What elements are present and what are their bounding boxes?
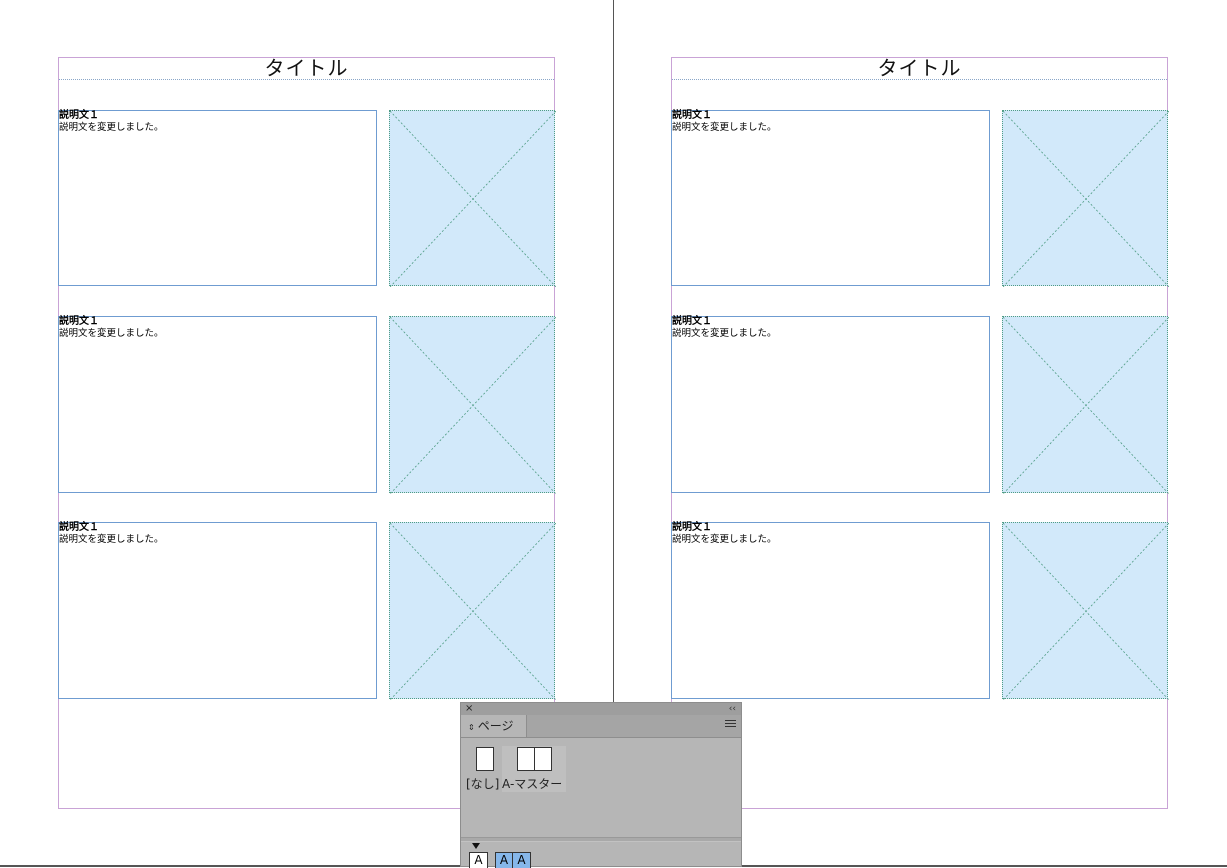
- page-master-label: A: [517, 853, 526, 867]
- image-placeholder-frame[interactable]: [389, 316, 556, 494]
- text-frame[interactable]: 説明文１ 説明文を変更しました。: [671, 110, 990, 286]
- panel-menu-icon[interactable]: [725, 720, 736, 730]
- tab-pages[interactable]: ⇕ ページ: [461, 715, 527, 737]
- block-body: 説明文を変更しました。: [59, 328, 164, 339]
- master-label: A-マスター: [502, 777, 563, 791]
- block-body: 説明文を変更しました。: [59, 122, 164, 133]
- frame-cross-icon: [1003, 111, 1169, 287]
- panel-tab-bar: ⇕ ページ: [461, 715, 741, 738]
- block-heading: 説明文１: [672, 110, 712, 121]
- frame-cross-icon: [390, 523, 556, 700]
- frame-cross-icon: [1003, 523, 1169, 700]
- block-body: 説明文を変更しました。: [59, 534, 164, 545]
- frame-cross-icon: [390, 317, 556, 494]
- collapse-icon[interactable]: ‹‹: [729, 703, 736, 715]
- up-down-icon: ⇕: [468, 723, 475, 732]
- image-placeholder-frame[interactable]: [1002, 522, 1169, 700]
- page-title[interactable]: タイトル: [672, 57, 1167, 80]
- block-body: 説明文を変更しました。: [672, 122, 777, 133]
- image-placeholder-frame[interactable]: [1002, 316, 1169, 494]
- close-icon[interactable]: ×: [465, 703, 473, 715]
- frame-cross-icon: [1003, 317, 1169, 494]
- page-master-label: A: [499, 853, 509, 867]
- master-none[interactable]: [なし]: [466, 746, 500, 792]
- tab-label: ページ: [477, 719, 514, 733]
- page-thumbnail-icon: [476, 747, 494, 771]
- block-body: 説明文を変更しました。: [672, 328, 777, 339]
- text-frame[interactable]: 説明文１ 説明文を変更しました。: [671, 316, 990, 493]
- frame-cross-icon: [390, 111, 556, 287]
- text-frame[interactable]: 説明文１ 説明文を変更しました。: [58, 316, 377, 493]
- page-thumbnail-icon: [534, 747, 552, 771]
- block-heading: 説明文１: [59, 316, 99, 327]
- panel-title-bar[interactable]: × ‹‹: [461, 703, 741, 715]
- image-placeholder-frame[interactable]: [389, 522, 556, 700]
- triangle-down-icon: [472, 843, 480, 849]
- block-heading: 説明文１: [59, 110, 99, 121]
- master-label: [なし]: [466, 777, 500, 791]
- master-a[interactable]: A-マスター: [502, 746, 566, 792]
- page-thumbnail-icon: [517, 747, 535, 771]
- block-heading: 説明文１: [672, 316, 712, 327]
- page-master-label: A: [474, 853, 483, 867]
- image-placeholder-frame[interactable]: [389, 110, 556, 287]
- block-heading: 説明文１: [59, 522, 99, 533]
- text-frame[interactable]: 説明文１ 説明文を変更しました。: [58, 522, 377, 699]
- text-frame[interactable]: 説明文１ 説明文を変更しました。: [671, 522, 990, 699]
- image-placeholder-frame[interactable]: [1002, 110, 1169, 287]
- block-heading: 説明文１: [672, 522, 712, 533]
- panel-divider[interactable]: [461, 837, 741, 842]
- page-thumbnail[interactable]: A: [469, 852, 488, 868]
- pages-panel: × ‹‹ ⇕ ページ [なし] A-マスター A A A: [460, 702, 742, 868]
- block-body: 説明文を変更しました。: [672, 534, 777, 545]
- page-title[interactable]: タイトル: [59, 57, 554, 80]
- page-thumbnail[interactable]: A: [495, 852, 513, 868]
- page-thumbnail[interactable]: A: [512, 852, 531, 868]
- text-frame[interactable]: 説明文１ 説明文を変更しました。: [58, 110, 377, 286]
